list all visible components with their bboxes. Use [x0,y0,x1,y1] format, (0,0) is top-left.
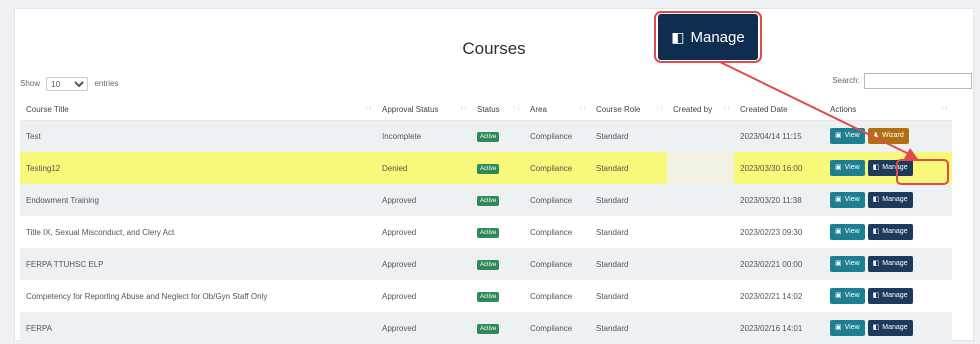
callout-arrow [719,61,918,159]
arrow-line [719,61,914,157]
